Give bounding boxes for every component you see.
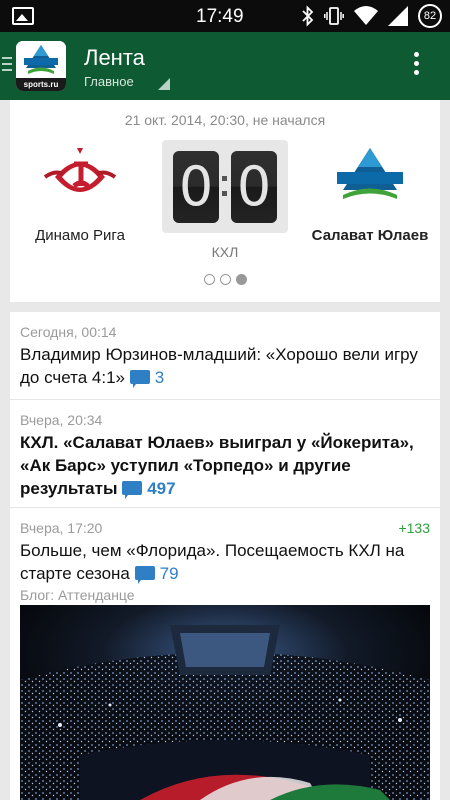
status-icons: 82 — [302, 4, 442, 28]
news-title[interactable]: Больше, чем «Флорида». Посещаемость КХЛ … — [20, 539, 430, 585]
league-label: КХЛ — [211, 244, 239, 260]
overflow-menu-icon[interactable] — [414, 52, 420, 79]
wifi-icon — [354, 6, 378, 25]
match-date-status: 21 окт. 2014, 20:30, не начался — [124, 112, 326, 128]
news-source: Блог: Аттенданце — [20, 587, 135, 603]
logo-text: sports.ru — [16, 78, 66, 91]
home-team[interactable]: Динамо Рига — [10, 142, 150, 244]
match-pager[interactable] — [10, 274, 440, 285]
scoreboard: 0 0 — [162, 140, 288, 233]
dinamo-riga-logo-icon — [43, 148, 117, 192]
vibrate-icon — [324, 7, 344, 25]
status-bar: 17:49 82 — [0, 0, 450, 32]
status-time: 17:49 — [196, 6, 244, 27]
comments-count[interactable]: 79 — [134, 564, 179, 584]
pager-dot[interactable] — [219, 274, 231, 285]
comment-bubble-icon — [129, 370, 150, 388]
app-logo[interactable]: sports.ru — [16, 41, 66, 91]
section-selector[interactable]: Главное — [84, 74, 134, 89]
comments-count-value: 3 — [154, 368, 165, 387]
comments-count[interactable]: 497 — [122, 479, 176, 499]
away-score: 0 — [231, 151, 277, 223]
away-team-name: Салават Юлаев — [311, 227, 429, 244]
bluetooth-icon — [302, 5, 314, 27]
home-score: 0 — [173, 151, 219, 223]
pager-dot-active[interactable] — [235, 274, 247, 285]
news-image[interactable] — [20, 605, 430, 800]
score-separator — [222, 176, 228, 206]
news-feed[interactable]: Сегодня, 00:14 Владимир Юрзинов-младший:… — [10, 312, 440, 800]
home-team-name: Динамо Рига — [35, 227, 125, 244]
away-team[interactable]: Салават Юлаев — [300, 142, 440, 244]
news-item[interactable]: Вчера, 20:34 КХЛ. «Салават Юлаев» выигра… — [10, 400, 440, 508]
signal-icon — [388, 6, 408, 26]
news-title[interactable]: Владимир Юрзинов-младший: «Хорошо вели и… — [20, 343, 430, 389]
news-item[interactable]: Вчера, 17:20 +133 Больше, чем «Флорида».… — [10, 508, 440, 800]
app-bar: sports.ru Лента Главное — [0, 32, 450, 100]
news-time: Сегодня, 00:14 — [20, 324, 117, 340]
pager-dot[interactable] — [203, 274, 215, 285]
arena-photo — [20, 605, 430, 800]
comments-count[interactable]: 3 — [129, 368, 165, 388]
news-item[interactable]: Сегодня, 00:14 Владимир Юрзинов-младший:… — [10, 312, 440, 400]
news-time: Вчера, 17:20 — [20, 520, 103, 536]
comment-bubble-icon — [122, 481, 143, 499]
match-card[interactable]: 21 окт. 2014, 20:30, не начался Динамо Р… — [10, 100, 440, 302]
comments-count-value: 497 — [147, 479, 176, 498]
club-logo-icon — [16, 41, 66, 78]
page-title[interactable]: Лента — [84, 45, 145, 71]
drawer-toggle-icon[interactable] — [2, 57, 12, 75]
battery-icon: 82 — [418, 4, 442, 28]
news-time: Вчера, 20:34 — [20, 412, 103, 428]
salavat-yulaev-logo-icon — [337, 148, 403, 199]
news-title[interactable]: КХЛ. «Салават Юлаев» выиграл у «Йокерита… — [20, 431, 430, 500]
rating-badge: +133 — [398, 520, 430, 536]
dropdown-indicator-icon[interactable] — [158, 78, 170, 90]
news-title-text: КХЛ. «Салават Юлаев» выиграл у «Йокерита… — [20, 433, 414, 498]
news-title-text: Больше, чем «Флорида». Посещаемость КХЛ … — [20, 541, 405, 583]
gallery-icon — [12, 7, 34, 25]
news-title-text: Владимир Юрзинов-младший: «Хорошо вели и… — [20, 345, 418, 387]
comments-count-value: 79 — [159, 564, 179, 583]
comment-bubble-icon — [134, 566, 155, 584]
